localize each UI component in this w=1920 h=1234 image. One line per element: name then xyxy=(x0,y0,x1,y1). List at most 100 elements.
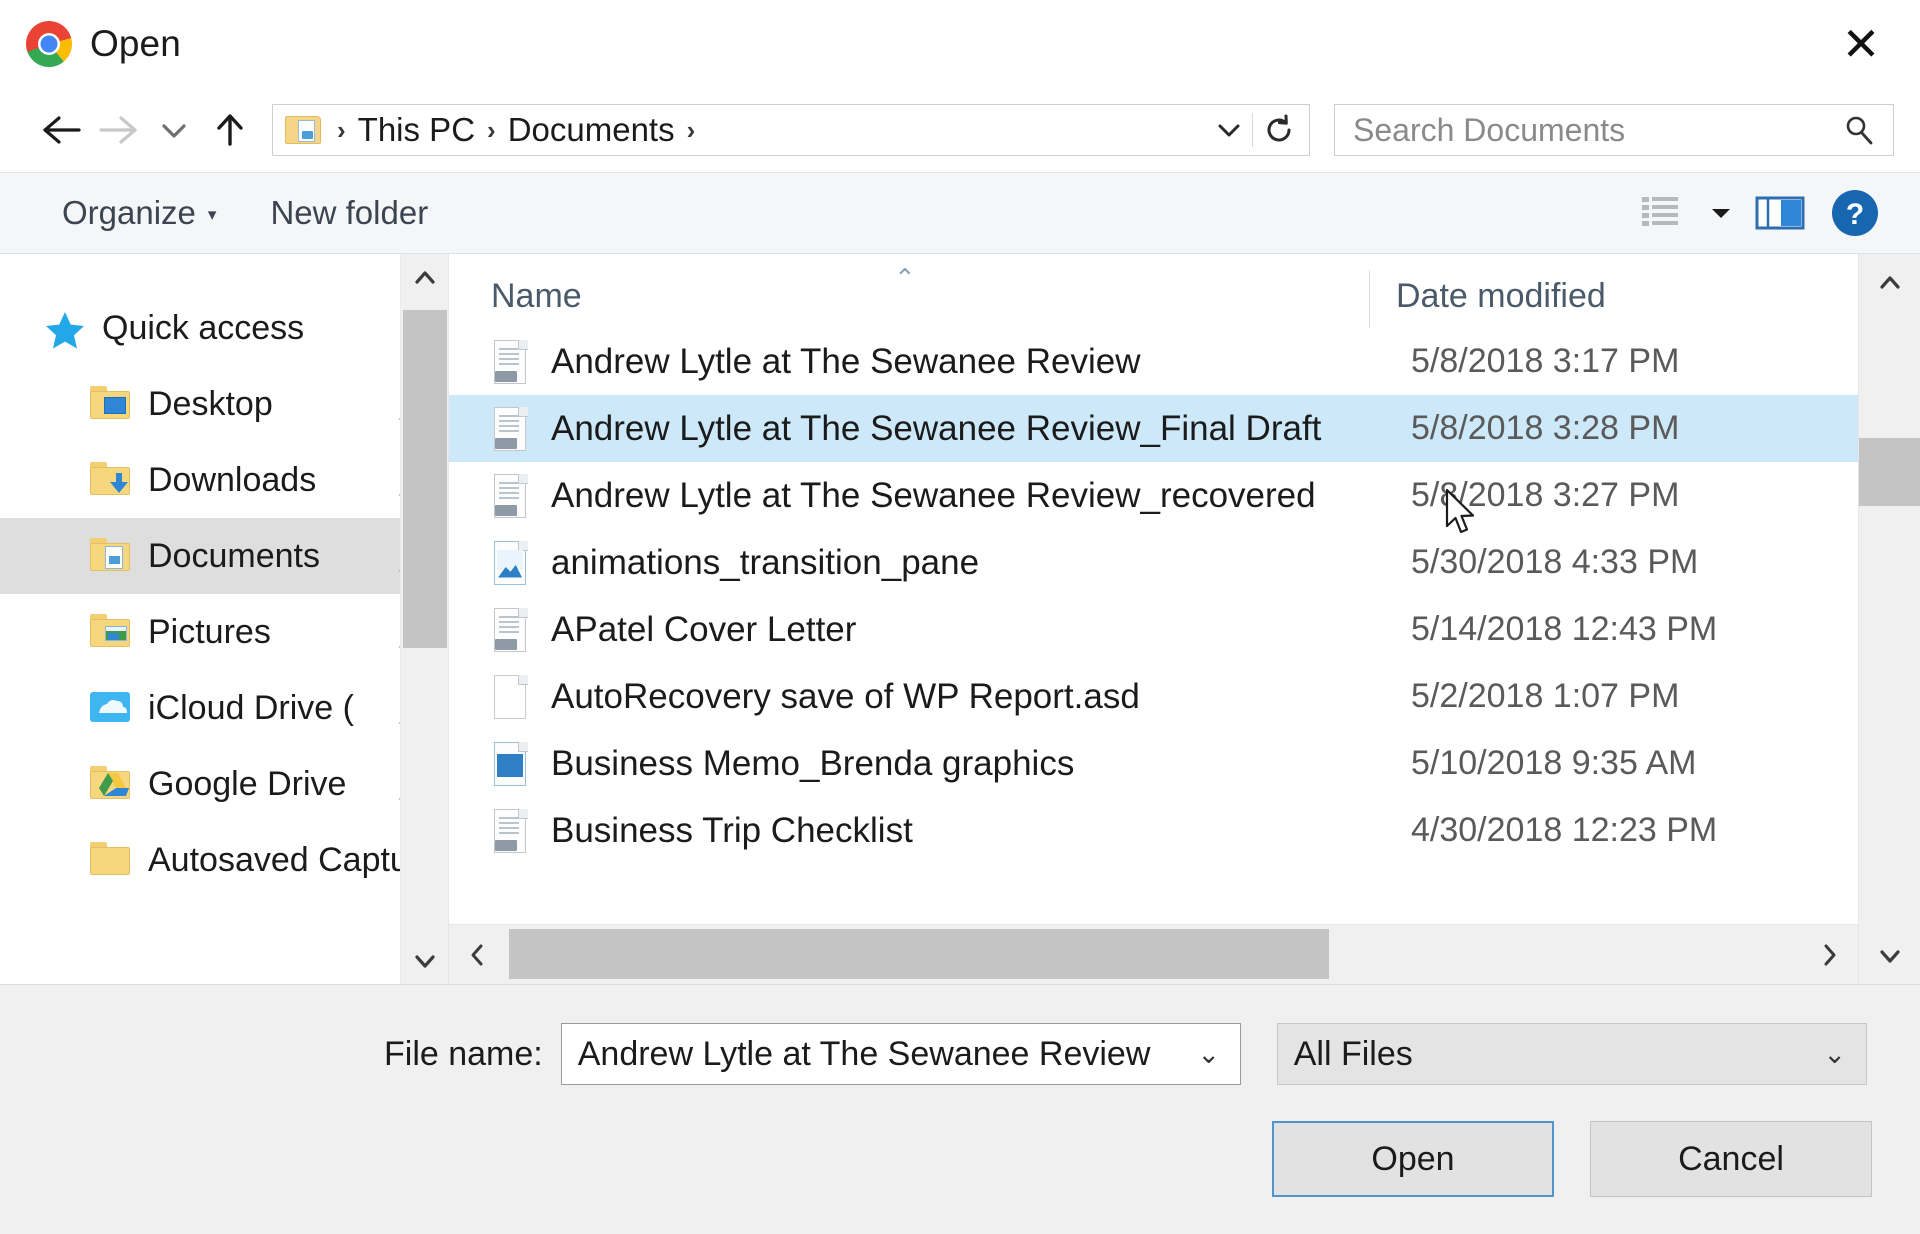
horizontal-scrollbar[interactable] xyxy=(449,924,1858,984)
file-date: 5/8/2018 3:17 PM xyxy=(1411,342,1680,380)
back-button[interactable] xyxy=(34,102,90,158)
sidebar-item-label: Pictures xyxy=(148,612,271,651)
chevron-down-icon[interactable] xyxy=(401,938,449,984)
view-options-dropdown[interactable] xyxy=(1698,183,1744,243)
file-name: APatel Cover Letter xyxy=(551,609,857,649)
file-date: 5/8/2018 3:27 PM xyxy=(1411,476,1680,514)
pictures-folder-icon xyxy=(88,611,134,653)
recent-locations-button[interactable] xyxy=(146,102,202,158)
breadcrumb: › This PC › Documents › xyxy=(329,111,1206,149)
chevron-down-icon[interactable] xyxy=(1859,928,1920,984)
chevron-left-icon[interactable] xyxy=(449,925,505,985)
table-row[interactable]: AutoRecovery save of WP Report.asd 5/2/2… xyxy=(449,663,1858,730)
open-file-dialog: Open ✕ › This PC › Documents › Search Do… xyxy=(0,0,1920,1234)
file-date: 4/30/2018 12:23 PM xyxy=(1411,811,1718,849)
dialog-body: Quick access Desktop 📌 xyxy=(0,254,1920,984)
column-headers: ⌃ Name Date modified xyxy=(449,254,1858,328)
file-name-label: File name: xyxy=(384,1034,543,1073)
sidebar-item-quick-access[interactable]: Quick access xyxy=(0,290,448,366)
up-one-level-button[interactable] xyxy=(202,102,258,158)
sidebar-scrollbar[interactable] xyxy=(400,254,448,984)
breadcrumb-separator-0: › xyxy=(337,114,346,145)
file-list-inner: ⌃ Name Date modified Andrew Lytle at The… xyxy=(449,254,1920,984)
file-name: animations_transition_pane xyxy=(551,542,980,582)
sidebar-item-label: Documents xyxy=(148,536,320,575)
chevron-down-icon[interactable] xyxy=(1206,107,1252,153)
chevron-down-icon[interactable]: ⌄ xyxy=(1814,1039,1856,1070)
list-view-icon[interactable] xyxy=(1624,183,1698,243)
cancel-button[interactable]: Cancel xyxy=(1590,1121,1872,1197)
column-header-label: Date modified xyxy=(1396,277,1606,315)
new-folder-button[interactable]: New folder xyxy=(256,188,442,238)
table-row[interactable]: APatel Cover Letter 5/14/2018 12:43 PM xyxy=(449,596,1858,663)
word-doc-icon xyxy=(491,607,529,653)
close-icon[interactable]: ✕ xyxy=(1830,13,1892,75)
file-type-dropdown[interactable]: All Files ⌄ xyxy=(1276,1023,1867,1085)
dialog-footer: File name: Andrew Lytle at The Sewanee R… xyxy=(0,984,1920,1234)
chevron-up-icon[interactable] xyxy=(401,254,449,300)
search-box[interactable]: Search Documents xyxy=(1334,104,1894,156)
file-date: 5/10/2018 9:35 AM xyxy=(1411,744,1697,782)
file-date: 5/14/2018 12:43 PM xyxy=(1411,610,1718,648)
forward-button[interactable] xyxy=(90,102,146,158)
preview-pane-icon[interactable] xyxy=(1744,183,1818,243)
chevron-up-icon[interactable] xyxy=(1859,254,1920,310)
breadcrumb-item-this-pc[interactable]: This PC xyxy=(354,111,479,149)
sidebar-list: Quick access Desktop 📌 xyxy=(0,254,448,984)
table-row[interactable]: Andrew Lytle at The Sewanee Review 5/8/2… xyxy=(449,328,1858,395)
help-icon[interactable]: ? xyxy=(1818,176,1892,250)
organize-button[interactable]: Organize ▾ xyxy=(48,188,230,238)
table-row[interactable]: Business Memo_Brenda graphics 5/10/2018 … xyxy=(449,730,1858,797)
open-button[interactable]: Open xyxy=(1272,1121,1554,1197)
sidebar-item-desktop[interactable]: Desktop 📌 xyxy=(0,366,448,442)
table-row[interactable]: Andrew Lytle at The Sewanee Review_recov… xyxy=(449,462,1858,529)
horizontal-scroll-thumb[interactable] xyxy=(509,928,1329,979)
sidebar-item-autosaved-captures[interactable]: Autosaved Captu xyxy=(0,822,448,898)
chevron-down-icon[interactable]: ⌄ xyxy=(1188,1039,1230,1070)
documents-folder-icon xyxy=(88,535,134,577)
table-row[interactable]: animations_transition_pane 5/30/2018 4:3… xyxy=(449,529,1858,596)
file-name-input[interactable]: Andrew Lytle at The Sewanee Review ⌄ xyxy=(560,1023,1241,1085)
file-type-value: All Files xyxy=(1293,1034,1413,1073)
file-name: AutoRecovery save of WP Report.asd xyxy=(551,676,1140,716)
column-header-name[interactable]: ⌃ Name xyxy=(449,263,1369,328)
sort-ascending-icon: ⌃ xyxy=(894,263,916,293)
breadcrumb-separator-1: › xyxy=(487,114,496,145)
refresh-icon[interactable] xyxy=(1253,107,1305,153)
file-list-scrollbar[interactable] xyxy=(1858,254,1920,984)
table-row[interactable]: Andrew Lytle at The Sewanee Review_Final… xyxy=(449,395,1858,462)
blank-file-icon xyxy=(491,674,529,720)
table-row[interactable]: Business Trip Checklist 4/30/2018 12:23 … xyxy=(449,797,1858,864)
plain-folder-icon xyxy=(88,839,134,881)
breadcrumb-item-documents[interactable]: Documents xyxy=(504,111,679,149)
chrome-logo-icon xyxy=(26,21,72,67)
sidebar-item-label: Desktop xyxy=(148,384,273,423)
file-scroll-thumb[interactable] xyxy=(1858,438,1920,506)
sidebar-item-google-drive[interactable]: Google Drive 📌 xyxy=(0,746,448,822)
horizontal-scroll-track[interactable] xyxy=(505,925,1802,985)
word-doc-icon xyxy=(491,473,529,519)
sidebar-item-documents[interactable]: Documents 📌 xyxy=(0,518,448,594)
sidebar-scroll-thumb[interactable] xyxy=(402,310,447,648)
title-bar: Open ✕ xyxy=(0,0,1920,88)
sidebar-item-pictures[interactable]: Pictures 📌 xyxy=(0,594,448,670)
sidebar-item-downloads[interactable]: Downloads 📌 xyxy=(0,442,448,518)
column-header-date-modified[interactable]: Date modified xyxy=(1369,270,1858,328)
command-toolbar: Organize ▾ New folder ? xyxy=(0,172,1920,254)
sidebar-item-icloud-drive[interactable]: iCloud Drive ( 📌 xyxy=(0,670,448,746)
sidebar-scroll-track[interactable] xyxy=(401,300,449,938)
chevron-right-icon[interactable] xyxy=(1802,925,1858,985)
file-date: 5/2/2018 1:07 PM xyxy=(1411,677,1680,715)
new-folder-label: New folder xyxy=(270,194,429,231)
icloud-drive-icon xyxy=(88,687,134,729)
file-scroll-track[interactable] xyxy=(1858,310,1920,928)
word-doc-icon xyxy=(491,406,529,452)
star-icon xyxy=(42,307,88,349)
search-icon xyxy=(1837,113,1881,147)
file-name-value: Andrew Lytle at The Sewanee Review xyxy=(577,1034,1151,1073)
dialog-buttons: Open Cancel xyxy=(1272,1121,1872,1197)
file-name: Andrew Lytle at The Sewanee Review xyxy=(551,341,1141,381)
search-input[interactable]: Search Documents xyxy=(1353,112,1837,149)
desktop-folder-icon xyxy=(88,383,134,425)
address-bar[interactable]: › This PC › Documents › xyxy=(272,104,1310,156)
